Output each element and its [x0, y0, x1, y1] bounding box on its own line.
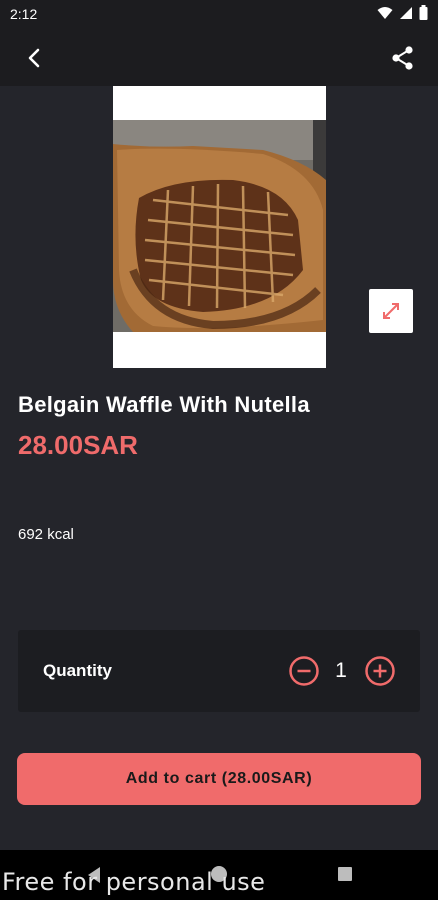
expand-image-button[interactable] — [369, 289, 413, 333]
product-price: 28.00SAR — [18, 430, 138, 460]
quantity-value: 1 — [335, 659, 347, 682]
status-icons — [377, 5, 428, 20]
plus-circle-icon — [365, 656, 395, 686]
signal-icon — [400, 6, 412, 19]
nav-recents-icon[interactable] — [338, 867, 352, 881]
product-name: Belgain Waffle With Nutella — [18, 392, 310, 417]
product-photo — [113, 120, 326, 332]
wifi-icon — [377, 6, 393, 19]
status-time: 2:12 — [10, 6, 38, 22]
add-to-cart-button[interactable]: Add to cart (28.00SAR) — [17, 753, 421, 805]
minus-circle-icon — [289, 656, 319, 686]
calories-label: 692 kcal — [18, 526, 74, 543]
share-button[interactable] — [388, 43, 418, 73]
expand-icon — [383, 303, 399, 319]
quantity-label: Quantity — [43, 661, 112, 680]
battery-icon — [419, 5, 428, 20]
product-image-card[interactable] — [113, 86, 326, 368]
arrow-back-icon — [28, 48, 40, 68]
status-bar: 2:12 — [0, 0, 438, 28]
app-bar — [0, 28, 438, 86]
quantity-panel: Quantity 1 — [18, 630, 420, 712]
decrease-quantity-button[interactable] — [288, 655, 320, 687]
watermark-text: Free for personal use — [2, 868, 266, 896]
increase-quantity-button[interactable] — [364, 655, 396, 687]
back-button[interactable] — [20, 43, 50, 73]
share-icon — [392, 46, 413, 70]
